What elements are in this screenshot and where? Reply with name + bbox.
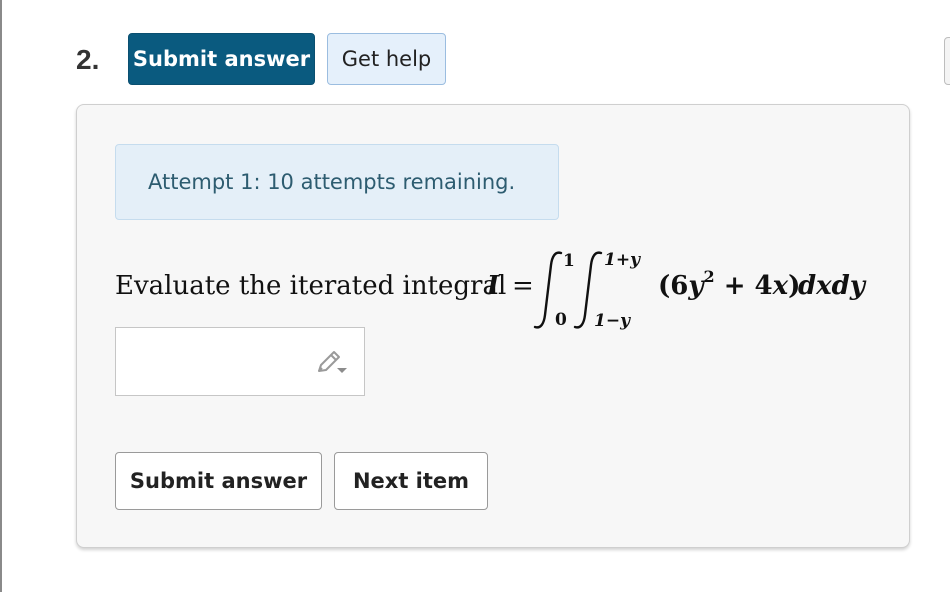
submit-answer-button-top[interactable]: Submit answer xyxy=(128,33,315,85)
next-item-button[interactable]: Next item xyxy=(334,452,488,510)
integral-variable: I xyxy=(486,271,500,301)
left-divider xyxy=(0,0,2,592)
question-prompt: Evaluate the iterated integral I = 1 0 1… xyxy=(115,243,895,333)
integrand-x: x xyxy=(772,271,789,301)
outer-upper-limit: 1 xyxy=(563,251,575,271)
question-card: Attempt 1: 10 attempts remaining. Evalua… xyxy=(76,104,910,548)
attempt-status-alert: Attempt 1: 10 attempts remaining. xyxy=(115,144,559,220)
question-page: 2. Submit answer Get help Attempt 1: 10 … xyxy=(0,0,950,592)
prompt-lead-text: Evaluate the iterated integral xyxy=(115,271,506,301)
question-number: 2. xyxy=(76,44,100,75)
outer-lower-limit: 0 xyxy=(555,310,567,330)
side-panel-edge[interactable] xyxy=(944,37,950,85)
pencil-icon[interactable] xyxy=(315,348,351,378)
equals-sign: = xyxy=(512,271,534,301)
inner-lower-limit: 1−y xyxy=(594,311,631,331)
inner-upper-limit: 1+y xyxy=(604,250,641,270)
submit-answer-button[interactable]: Submit answer xyxy=(115,452,322,510)
integrand-expression: (6y2 + 4x) xyxy=(658,267,800,301)
get-help-button[interactable]: Get help xyxy=(327,33,446,85)
integrand-plus: + 4 xyxy=(715,271,773,301)
answer-input[interactable] xyxy=(115,327,365,396)
integrand-open: (6 xyxy=(658,271,688,301)
differentials: dxdy xyxy=(798,271,867,301)
question-math: Evaluate the iterated integral I = 1 0 1… xyxy=(115,250,867,331)
integrand-exponent: 2 xyxy=(704,267,715,286)
attempt-status-text: Attempt 1: 10 attempts remaining. xyxy=(148,170,516,194)
